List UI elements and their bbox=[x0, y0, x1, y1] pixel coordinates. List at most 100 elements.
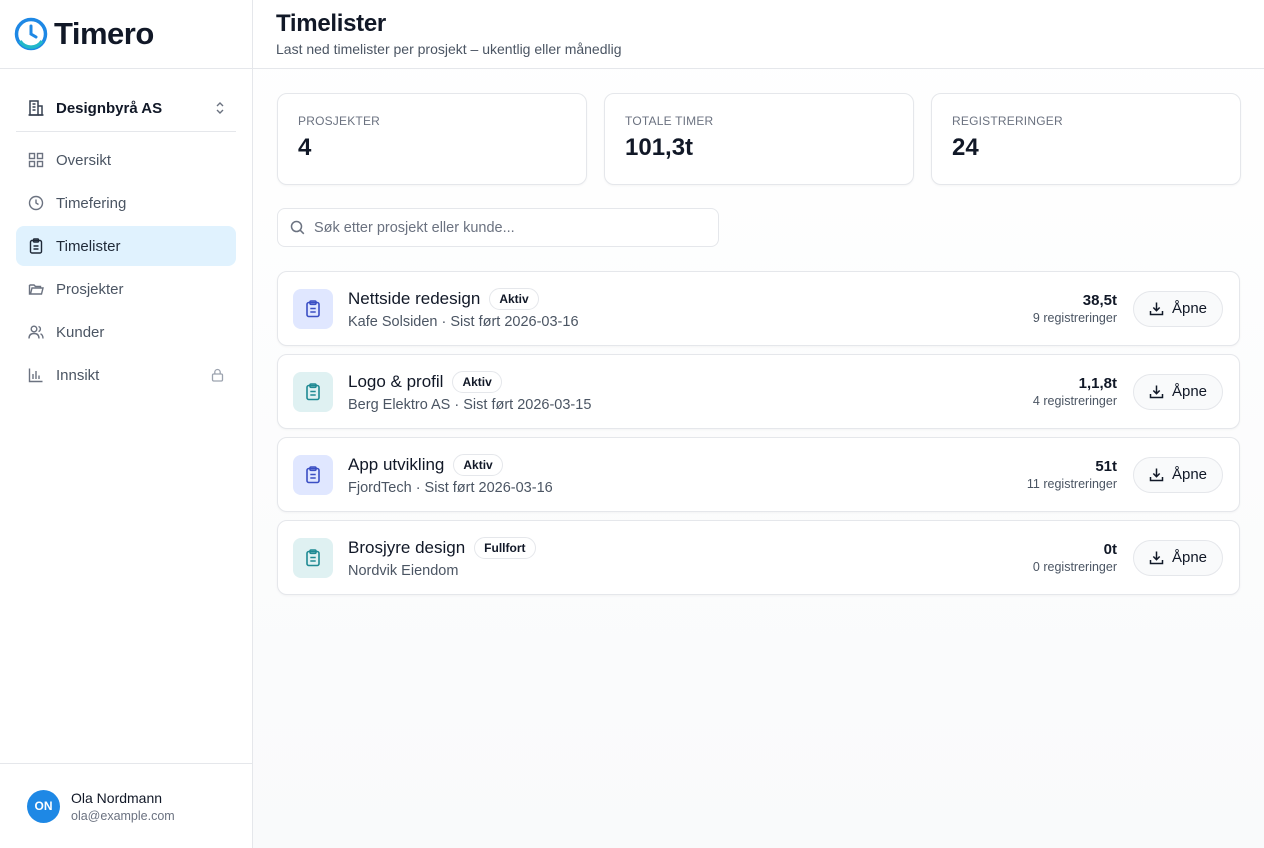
sidebar-item-timefering[interactable]: Timefering bbox=[16, 183, 236, 223]
project-hours: 38,5t bbox=[1082, 292, 1117, 309]
user-email: ola@example.com bbox=[71, 808, 175, 823]
project-hours: 1,1,8t bbox=[1078, 375, 1117, 392]
clock-logo-icon bbox=[14, 17, 48, 51]
sidebar-item-prosjekter[interactable]: Prosjekter bbox=[16, 269, 236, 309]
page-subtitle: Last ned timelister per prosjekt – ukent… bbox=[276, 41, 622, 57]
status-badge: Fullfort bbox=[474, 536, 536, 559]
users-icon bbox=[28, 325, 44, 339]
sidebar-item-label: Timefering bbox=[56, 194, 127, 212]
project-icon-tile bbox=[293, 288, 333, 329]
project-stats: 38,5t 9 registreringer bbox=[1033, 292, 1117, 325]
project-info: Nettside redesign Aktiv Kafe Solsiden · … bbox=[348, 287, 1033, 330]
sidebar-item-oversikt[interactable]: Oversikt bbox=[16, 140, 236, 180]
open-button[interactable]: Åpne bbox=[1133, 373, 1223, 410]
status-badge: Aktiv bbox=[452, 370, 502, 393]
bar-chart-icon bbox=[28, 368, 43, 383]
project-registrations: 0 registreringer bbox=[1032, 560, 1117, 574]
project-icon-tile bbox=[293, 371, 333, 412]
open-button-label: Åpne bbox=[1171, 549, 1208, 566]
main-content: Timelister Last ned timelister per prosj… bbox=[253, 0, 1264, 848]
list-item[interactable]: Nettside redesign Aktiv Kafe Solsiden · … bbox=[277, 271, 1240, 346]
sidebar-nav: Oversikt Timefering Timelister Prosjekte… bbox=[16, 140, 236, 395]
user-profile[interactable]: ON Ola Nordmann ola@example.com bbox=[0, 763, 252, 848]
project-hours: 51t bbox=[1095, 458, 1117, 475]
search-icon bbox=[290, 220, 305, 235]
project-registrations: 11 registreringer bbox=[1026, 477, 1117, 491]
sidebar-item-label: Kunder bbox=[56, 323, 105, 341]
project-title-row: Nettside redesign Aktiv bbox=[348, 287, 1033, 310]
project-name: Brosjyre design bbox=[348, 537, 466, 557]
list-item[interactable]: App utvikling Aktiv FjordTech · Sist før… bbox=[277, 437, 1240, 512]
download-icon bbox=[1149, 302, 1164, 316]
open-button[interactable]: Åpne bbox=[1133, 290, 1223, 327]
brand-name: Timero bbox=[54, 16, 154, 51]
clock-icon bbox=[28, 195, 44, 211]
open-button-label: Åpne bbox=[1171, 383, 1208, 400]
project-icon-tile bbox=[293, 537, 333, 578]
project-name: App utvikling bbox=[348, 454, 445, 474]
project-title-row: Brosjyre design Fullfort bbox=[348, 536, 1033, 559]
user-details: Ola Nordmann ola@example.com bbox=[71, 790, 175, 823]
project-title-row: App utvikling Aktiv bbox=[348, 453, 1027, 476]
building-icon bbox=[28, 100, 44, 116]
clipboard-icon bbox=[306, 299, 320, 317]
project-stats: 51t 11 registreringer bbox=[1027, 458, 1117, 491]
page-header: Timelister Last ned timelister per prosj… bbox=[253, 0, 1264, 69]
stat-label: PROSJEKTER bbox=[298, 114, 381, 128]
sidebar-item-label: Innsikt bbox=[56, 366, 100, 384]
project-name: Nettside redesign bbox=[348, 288, 481, 308]
grid-icon bbox=[28, 152, 44, 168]
download-icon bbox=[1149, 468, 1164, 482]
list-item[interactable]: Brosjyre design Fullfort Nordvik Eiendom… bbox=[277, 520, 1240, 595]
stat-card-registrations: REGISTRERINGER 24 bbox=[931, 93, 1241, 185]
stats-row: PROSJEKTER 4 TOTALE TIMER 101,3t REGISTR… bbox=[277, 93, 1241, 185]
project-subtitle: Berg Elektro AS · Sist ført 2026-03-15 bbox=[348, 396, 592, 413]
stat-value: 24 bbox=[952, 134, 979, 161]
open-button-label: Åpne bbox=[1171, 300, 1208, 317]
project-stats: 0t 0 registreringer bbox=[1033, 541, 1117, 574]
project-info: Logo & profil Aktiv Berg Elektro AS · Si… bbox=[348, 370, 1033, 413]
stat-value: 4 bbox=[298, 134, 312, 161]
project-subtitle: Kafe Solsiden · Sist ført 2026-03-16 bbox=[348, 313, 579, 330]
clipboard-icon bbox=[306, 465, 320, 483]
org-switcher[interactable]: Designbyrå AS bbox=[16, 85, 236, 132]
sidebar-item-label: Prosjekter bbox=[56, 280, 124, 298]
list-item[interactable]: Logo & profil Aktiv Berg Elektro AS · Si… bbox=[277, 354, 1240, 429]
stat-card-total-hours: TOTALE TIMER 101,3t bbox=[604, 93, 914, 185]
status-badge: Aktiv bbox=[453, 453, 503, 476]
project-list: Nettside redesign Aktiv Kafe Solsiden · … bbox=[277, 271, 1240, 603]
stat-value: 101,3t bbox=[625, 134, 694, 161]
search-input[interactable] bbox=[314, 219, 694, 236]
project-registrations: 9 registreringer bbox=[1032, 311, 1117, 325]
open-button[interactable]: Åpne bbox=[1133, 539, 1223, 576]
open-button[interactable]: Åpne bbox=[1133, 456, 1223, 493]
stat-label: REGISTRERINGER bbox=[952, 114, 1063, 128]
project-stats: 1,1,8t 4 registreringer bbox=[1033, 375, 1117, 408]
clipboard-icon bbox=[306, 382, 320, 400]
project-info: App utvikling Aktiv FjordTech · Sist før… bbox=[348, 453, 1027, 496]
project-title-row: Logo & profil Aktiv bbox=[348, 370, 1033, 393]
download-icon bbox=[1149, 551, 1164, 565]
project-registrations: 4 registreringer bbox=[1032, 394, 1117, 408]
stat-card-projects: PROSJEKTER 4 bbox=[277, 93, 587, 185]
lock-icon bbox=[211, 368, 224, 382]
sidebar-item-label: Oversikt bbox=[56, 151, 112, 169]
clipboard-icon bbox=[29, 238, 43, 254]
status-badge: Aktiv bbox=[489, 287, 539, 310]
download-icon bbox=[1149, 385, 1164, 399]
project-subtitle: Nordvik Eiendom bbox=[348, 562, 459, 579]
project-subtitle: FjordTech · Sist ført 2026-03-16 bbox=[348, 479, 553, 496]
project-name: Logo & profil bbox=[348, 371, 444, 391]
folder-icon bbox=[28, 284, 44, 295]
open-button-label: Åpne bbox=[1171, 466, 1208, 483]
project-info: Brosjyre design Fullfort Nordvik Eiendom bbox=[348, 536, 1033, 579]
sidebar-item-kunder[interactable]: Kunder bbox=[16, 312, 236, 352]
project-hours: 0t bbox=[1103, 541, 1117, 558]
stat-label: TOTALE TIMER bbox=[625, 114, 714, 128]
clipboard-icon bbox=[306, 548, 320, 566]
sidebar-item-innsikt[interactable]: Innsikt bbox=[16, 355, 236, 395]
sidebar-item-timelister[interactable]: Timelister bbox=[16, 226, 236, 266]
brand[interactable]: Timero bbox=[0, 0, 252, 69]
project-icon-tile bbox=[293, 454, 333, 495]
user-name: Ola Nordmann bbox=[71, 789, 163, 806]
